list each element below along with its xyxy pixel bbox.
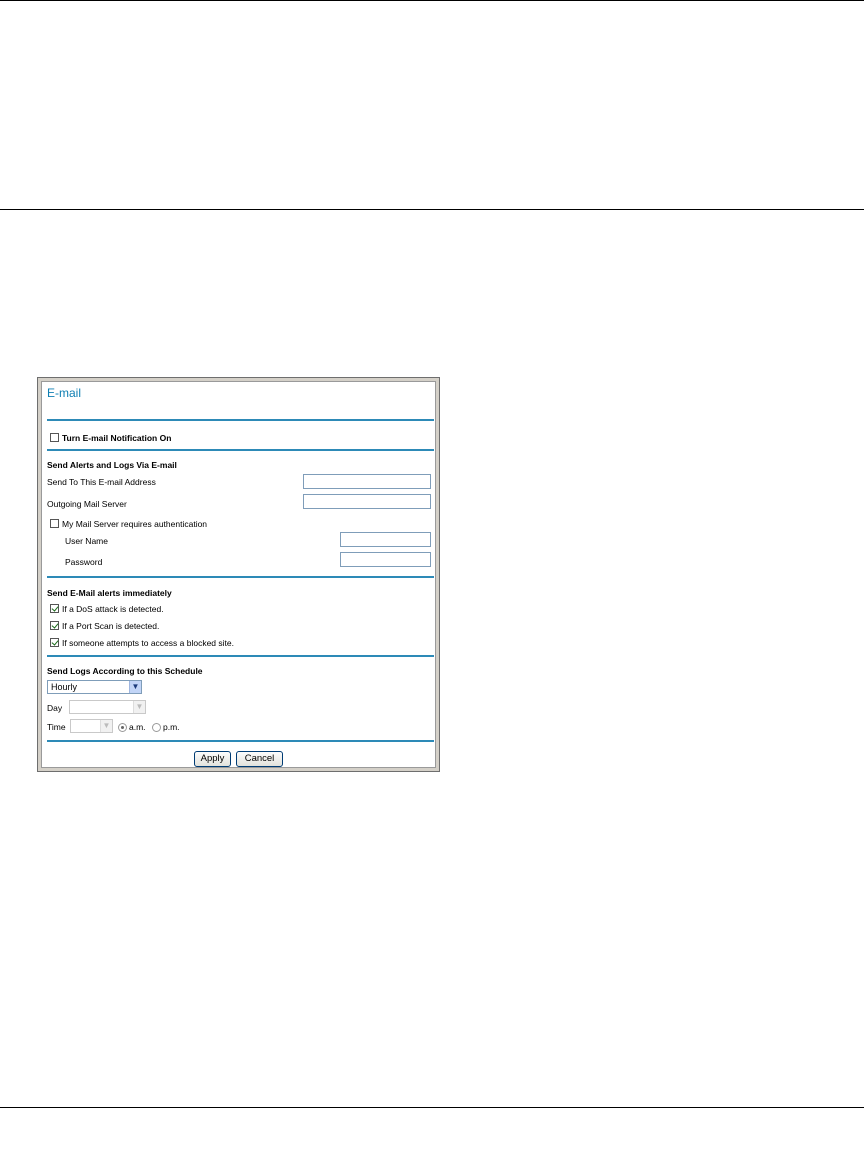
alerts-section-heading: Send E-Mail alerts immediately [47,588,172,598]
page-top-rule [0,0,864,1]
password-input[interactable] [340,552,431,567]
chevron-down-icon[interactable]: ▼ [129,681,141,693]
outgoing-mail-server-input[interactable] [303,494,431,509]
blocked-site-alert-label: If someone attempts to access a blocked … [62,638,234,648]
day-select[interactable]: ▼ [69,700,146,714]
am-radio[interactable] [118,723,127,732]
apply-button[interactable]: Apply [194,751,231,767]
password-label: Password [65,557,103,567]
schedule-frequency-value: Hourly [51,682,78,692]
time-label: Time [47,722,66,732]
schedule-section-heading: Send Logs According to this Schedule [47,666,203,676]
section-divider [47,740,434,742]
port-scan-alert-label: If a Port Scan is detected. [62,621,160,631]
page-footer-rule [0,1107,864,1108]
pm-label: p.m. [163,722,180,732]
notification-label: Turn E-mail Notification On [62,433,172,443]
dos-alert-checkbox[interactable] [50,604,59,613]
am-label: a.m. [129,722,146,732]
page-title: E-mail [47,386,82,400]
time-select[interactable]: ▼ [70,719,113,733]
notification-checkbox[interactable] [50,433,59,442]
email-settings-panel: E-mail Turn E-mail Notification On Send … [41,381,436,768]
send-section-heading: Send Alerts and Logs Via E-mail [47,460,177,470]
port-scan-alert-checkbox[interactable] [50,621,59,630]
page-header-rule [0,209,864,210]
auth-required-checkbox[interactable] [50,519,59,528]
email-settings-window: E-mail Turn E-mail Notification On Send … [37,377,440,772]
blocked-site-alert-checkbox[interactable] [50,638,59,647]
section-divider [47,655,434,657]
mail-server-label: Outgoing Mail Server [47,499,127,509]
send-to-label: Send To This E-mail Address [47,477,156,487]
chevron-down-icon[interactable]: ▼ [133,701,145,713]
dos-alert-label: If a DoS attack is detected. [62,604,164,614]
cancel-button[interactable]: Cancel [236,751,283,767]
username-input[interactable] [340,532,431,547]
section-divider [47,419,434,421]
pm-radio[interactable] [152,723,161,732]
section-divider [47,576,434,578]
schedule-frequency-select[interactable]: Hourly ▼ [47,680,142,694]
day-label: Day [47,703,63,713]
username-label: User Name [65,536,108,546]
section-divider [47,449,434,451]
auth-required-label: My Mail Server requires authentication [62,519,208,529]
chevron-down-icon[interactable]: ▼ [100,720,112,732]
send-to-email-input[interactable] [303,474,431,489]
